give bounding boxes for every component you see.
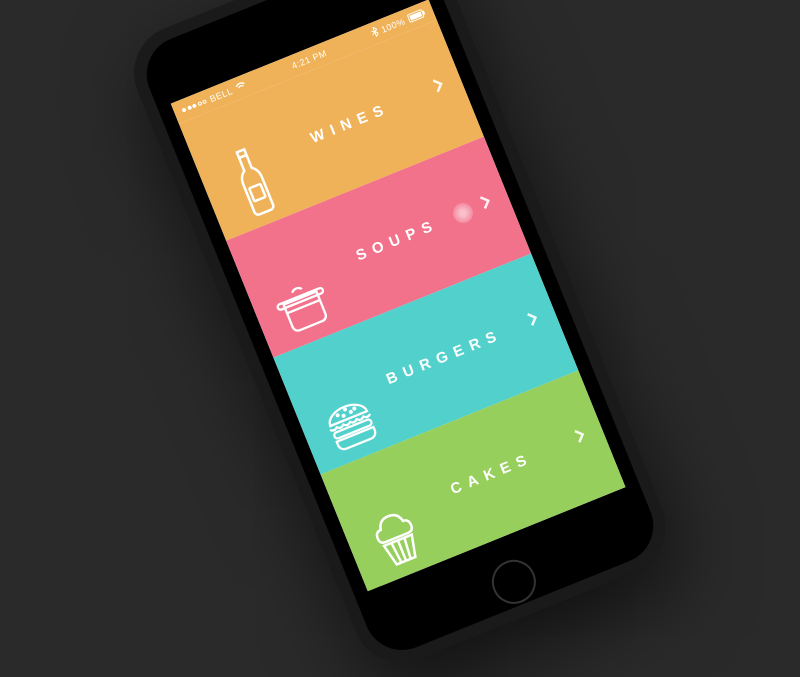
carrier-label: BELL: [208, 86, 234, 104]
signal-dots-icon: [182, 99, 208, 112]
bluetooth-icon: [370, 26, 380, 39]
battery-icon: [406, 8, 427, 25]
category-list: WINES SOUPS: [179, 20, 626, 591]
phone-frame: BELL 4:21 PM 100%: [120, 0, 681, 677]
phone-screen: BELL 4:21 PM 100%: [171, 0, 626, 591]
battery-label: 100%: [380, 16, 407, 35]
wifi-icon: [234, 80, 248, 94]
